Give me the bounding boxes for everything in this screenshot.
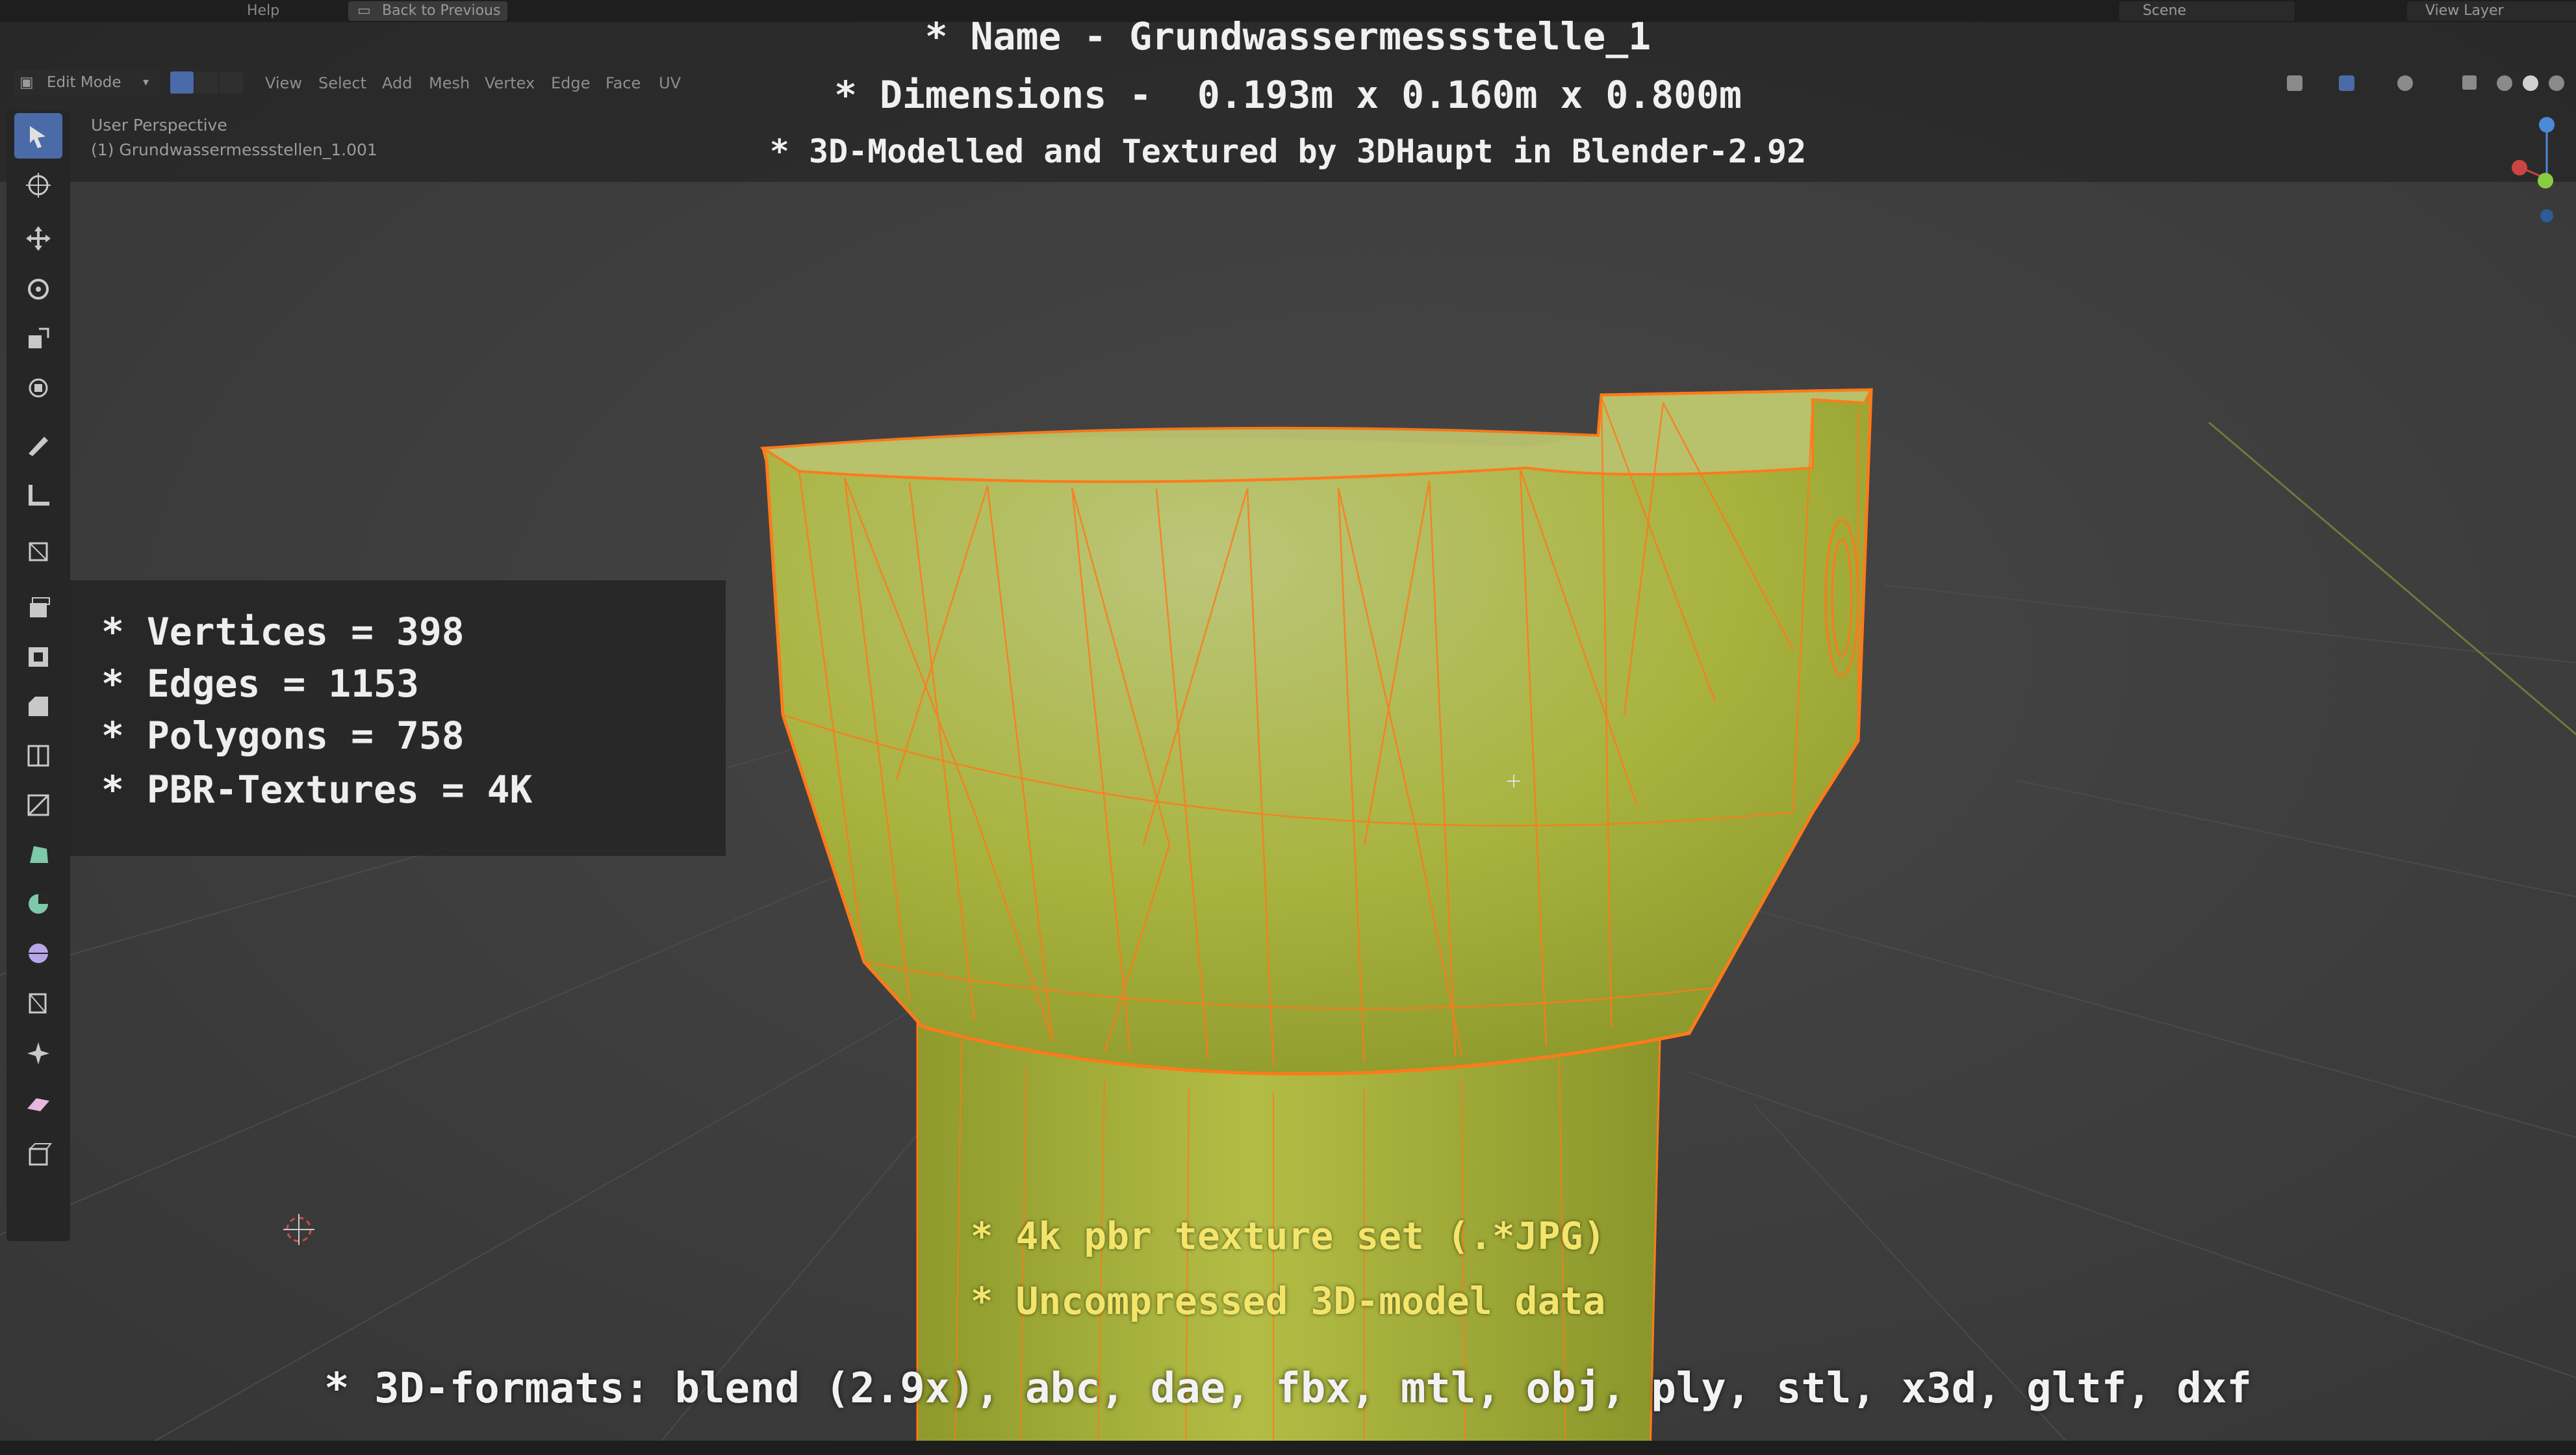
bevel-icon [29, 697, 48, 716]
shear-tool[interactable] [14, 1081, 62, 1127]
select-box-icon [30, 126, 45, 148]
model-name-title: * Name - Grundwassermessstelle_1 [925, 14, 1651, 58]
rip-icon [29, 1143, 52, 1166]
rotate-tool[interactable] [14, 266, 62, 312]
annotate-tool[interactable] [14, 422, 62, 468]
perspective-label: User Perspective [91, 116, 227, 135]
measure-icon [29, 485, 49, 506]
extrude-tool[interactable] [14, 585, 62, 630]
add-cube-tool[interactable] [14, 528, 62, 573]
shrink-fatten-tool[interactable] [14, 1031, 62, 1076]
measure-tool[interactable] [14, 472, 62, 517]
move-icon [26, 226, 51, 251]
negative-z-icon [2540, 209, 2553, 222]
tool-shelf [6, 110, 70, 1241]
scale-icon [29, 328, 49, 348]
model-credit: * 3D-Modelled and Textured by 3DHaupt in… [769, 133, 1807, 170]
vertices-stat: * Vertices = 398 [101, 610, 465, 654]
extrude-icon [30, 597, 50, 617]
uncompressed-feature: * Uncompressed 3D-model data [970, 1279, 1606, 1323]
loop-cut-icon [27, 745, 49, 767]
inset-tool[interactable] [14, 634, 62, 680]
polygons-stat: * Polygons = 758 [101, 714, 465, 758]
poly-build-icon [30, 846, 48, 863]
texture-set-feature: * 4k pbr texture set (.*JPG) [970, 1214, 1606, 1258]
spin-tool[interactable] [14, 881, 62, 927]
bevel-tool[interactable] [14, 684, 62, 729]
smooth-icon [29, 944, 48, 963]
cap-mesh [761, 388, 1873, 1076]
annotate-icon [29, 437, 48, 456]
status-bar [0, 1441, 2576, 1455]
knife-tool[interactable] [14, 782, 62, 828]
transform-tool[interactable] [14, 365, 62, 411]
rotate-icon [28, 279, 49, 300]
cursor-tool[interactable] [14, 162, 62, 208]
edges-stat: * Edges = 1153 [101, 662, 419, 706]
move-tool[interactable] [14, 216, 62, 261]
x-axis-icon [2512, 160, 2527, 175]
poly-build-tool[interactable] [14, 832, 62, 877]
smooth-tool[interactable] [14, 931, 62, 976]
textures-stat: * PBR-Textures = 4K [101, 767, 533, 812]
shear-icon [27, 1098, 49, 1111]
shrink-fatten-icon [27, 1042, 49, 1064]
mesh-stats-panel: * Vertices = 398 * Edges = 1153 * Polygo… [68, 580, 726, 856]
z-axis-icon [2539, 117, 2555, 133]
knife-icon [27, 794, 49, 816]
y-axis-icon [2538, 173, 2553, 188]
scale-tool[interactable] [14, 316, 62, 361]
rip-tool[interactable] [14, 1132, 62, 1178]
select-box-tool[interactable] [14, 113, 62, 159]
edge-slide-icon [29, 993, 47, 1014]
spin-icon [29, 894, 48, 914]
add-cube-icon [29, 542, 48, 561]
navigation-gizmo[interactable] [2508, 110, 2573, 227]
inset-icon [29, 647, 48, 667]
edge-slide-tool[interactable] [14, 980, 62, 1025]
model-dimensions: * Dimensions - 0.193m x 0.160m x 0.800m [834, 73, 1742, 117]
loop-cut-tool[interactable] [14, 733, 62, 779]
formats-list: * 3D-formats: blend (2.9x), abc, dae, fb… [324, 1365, 2252, 1413]
transform-icon [29, 378, 48, 398]
cursor-icon [26, 173, 51, 198]
